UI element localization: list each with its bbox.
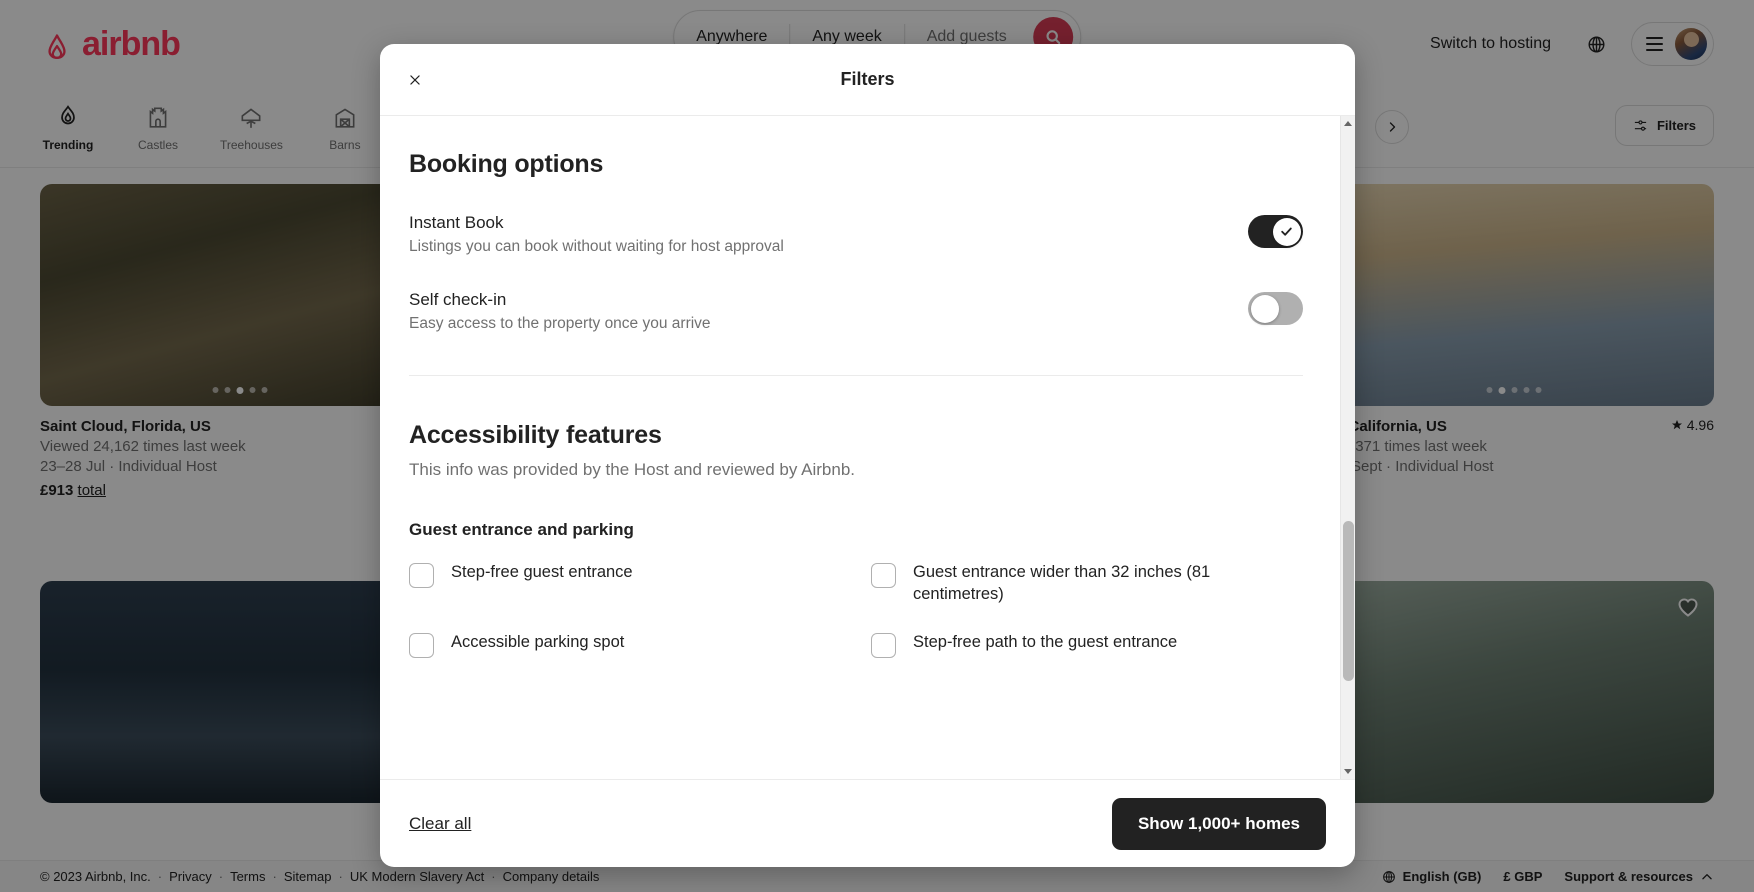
modal-header: Filters [380, 44, 1355, 116]
accessibility-checkbox-grid: Step-free guest entrance Guest entrance … [409, 562, 1303, 658]
checkbox-accessible-parking-spot[interactable]: Accessible parking spot [409, 632, 841, 658]
scroll-down-arrow-icon[interactable] [1341, 764, 1355, 779]
modal-title: Filters [840, 69, 894, 90]
instant-book-description: Listings you can book without waiting fo… [409, 238, 784, 256]
toggle-knob [1251, 295, 1279, 323]
section-divider [409, 375, 1303, 376]
instant-book-toggle[interactable] [1248, 215, 1303, 248]
instant-book-row: Instant Book Listings you can book witho… [409, 213, 1303, 256]
checkbox-box[interactable] [871, 633, 896, 658]
page-root: airbnb Anywhere Any week Add guests Swit… [0, 0, 1754, 892]
modal-content: Booking options Instant Book Listings yo… [409, 150, 1315, 658]
checkbox-step-free-guest-entrance[interactable]: Step-free guest entrance [409, 562, 841, 606]
checkbox-label: Step-free guest entrance [451, 562, 633, 584]
toggle-knob [1273, 218, 1301, 246]
modal-scrollbar[interactable] [1340, 116, 1355, 779]
checkbox-step-free-path[interactable]: Step-free path to the guest entrance [871, 632, 1303, 658]
booking-options-section: Booking options Instant Book Listings yo… [409, 150, 1303, 333]
instant-book-label: Instant Book [409, 213, 784, 233]
checkbox-label: Guest entrance wider than 32 inches (81 … [913, 562, 1303, 606]
instant-book-text: Instant Book Listings you can book witho… [409, 213, 784, 256]
booking-options-heading: Booking options [409, 150, 1303, 179]
self-checkin-row: Self check-in Easy access to the propert… [409, 290, 1303, 333]
accessibility-note: This info was provided by the Host and r… [409, 460, 1303, 480]
scrollbar-thumb[interactable] [1343, 521, 1354, 681]
modal-scroll-area[interactable]: Booking options Instant Book Listings yo… [380, 116, 1355, 779]
checkbox-box[interactable] [409, 633, 434, 658]
close-button[interactable] [398, 63, 432, 97]
close-icon [408, 73, 422, 87]
filters-modal: Filters Booking options Instant Book Lis… [380, 44, 1355, 867]
checkbox-label: Step-free path to the guest entrance [913, 632, 1177, 654]
self-checkin-description: Easy access to the property once you arr… [409, 315, 711, 333]
checkbox-box[interactable] [871, 563, 896, 588]
checkbox-guest-entrance-wider[interactable]: Guest entrance wider than 32 inches (81 … [871, 562, 1303, 606]
checkbox-label: Accessible parking spot [451, 632, 624, 654]
clear-all-button[interactable]: Clear all [409, 814, 471, 834]
self-checkin-label: Self check-in [409, 290, 711, 310]
scroll-up-arrow-icon[interactable] [1341, 116, 1355, 131]
self-checkin-toggle[interactable] [1248, 292, 1303, 325]
check-icon [1280, 225, 1293, 238]
accessibility-heading: Accessibility features [409, 421, 1303, 450]
guest-entrance-subheading: Guest entrance and parking [409, 520, 1303, 540]
checkbox-box[interactable] [409, 563, 434, 588]
show-homes-button[interactable]: Show 1,000+ homes [1112, 798, 1326, 850]
modal-footer: Clear all Show 1,000+ homes [380, 779, 1355, 867]
self-checkin-text: Self check-in Easy access to the propert… [409, 290, 711, 333]
accessibility-section: Accessibility features This info was pro… [409, 421, 1303, 658]
